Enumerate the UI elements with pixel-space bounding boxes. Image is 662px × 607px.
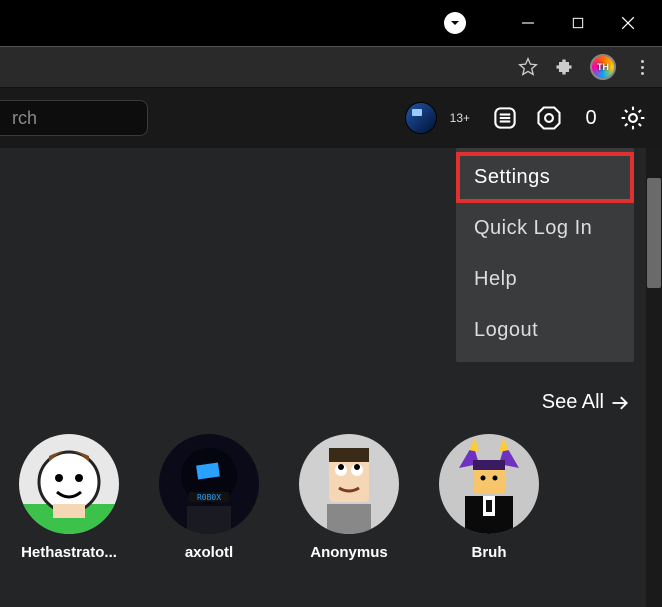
robux-icon[interactable]: [532, 101, 566, 135]
age-badge: 13+: [450, 111, 470, 125]
scrollbar-thumb[interactable]: [647, 178, 661, 288]
friend-avatar: R0B0X: [159, 434, 259, 534]
browser-profile-avatar[interactable]: TH: [590, 54, 616, 80]
friend-card[interactable]: Hethastrato...: [14, 434, 124, 561]
friend-card[interactable]: Anonymus: [294, 434, 404, 561]
window-maximize-button[interactable]: [566, 11, 590, 35]
settings-gear-icon[interactable]: [616, 101, 650, 135]
page-content: Settings Quick Log In Help Logout See Al…: [0, 148, 662, 607]
see-all-label: See All: [542, 391, 604, 414]
bookmark-star-icon[interactable]: [518, 57, 538, 77]
friend-avatar: [439, 434, 539, 534]
vertical-scrollbar[interactable]: [646, 148, 662, 607]
friend-avatar: [19, 434, 119, 534]
dropdown-item-help[interactable]: Help: [456, 254, 634, 305]
dropdown-item-label: Quick Log In: [474, 217, 592, 239]
dropdown-item-settings[interactable]: Settings: [456, 152, 634, 203]
dropdown-item-logout[interactable]: Logout: [456, 305, 634, 356]
friend-name: Bruh: [472, 544, 507, 561]
friend-card[interactable]: R0B0X axolotl: [154, 434, 264, 561]
user-avatar[interactable]: [406, 103, 436, 133]
search-input[interactable]: rch: [0, 100, 148, 136]
dropdown-item-label: Help: [474, 268, 517, 290]
dropdown-item-label: Logout: [474, 319, 538, 341]
friend-name: Hethastrato...: [21, 544, 117, 561]
svg-text:R0B0X: R0B0X: [197, 493, 221, 502]
friend-name: Anonymus: [310, 544, 388, 561]
window-titlebar: [0, 0, 662, 46]
arrow-right-icon: [610, 393, 630, 413]
extensions-icon[interactable]: [554, 57, 574, 77]
robux-count: 0: [576, 107, 606, 130]
friend-card[interactable]: Bruh: [434, 434, 544, 561]
dropdown-item-label: Settings: [474, 166, 550, 188]
see-all-link[interactable]: See All: [542, 391, 630, 414]
tab-dropdown-icon[interactable]: [444, 12, 466, 34]
notifications-icon[interactable]: [488, 101, 522, 135]
browser-menu-icon[interactable]: [632, 57, 652, 77]
search-placeholder: rch: [12, 108, 37, 129]
dropdown-item-quick-login[interactable]: Quick Log In: [456, 203, 634, 254]
friends-row: Hethastrato... R0B0X axolotl: [14, 434, 544, 561]
window-close-button[interactable]: [616, 11, 640, 35]
friend-name: axolotl: [185, 544, 233, 561]
window-minimize-button[interactable]: [516, 11, 540, 35]
settings-dropdown: Settings Quick Log In Help Logout: [456, 148, 634, 362]
site-header: rch 13+ 0: [0, 88, 662, 148]
friend-avatar: [299, 434, 399, 534]
browser-toolbar: TH: [0, 46, 662, 88]
